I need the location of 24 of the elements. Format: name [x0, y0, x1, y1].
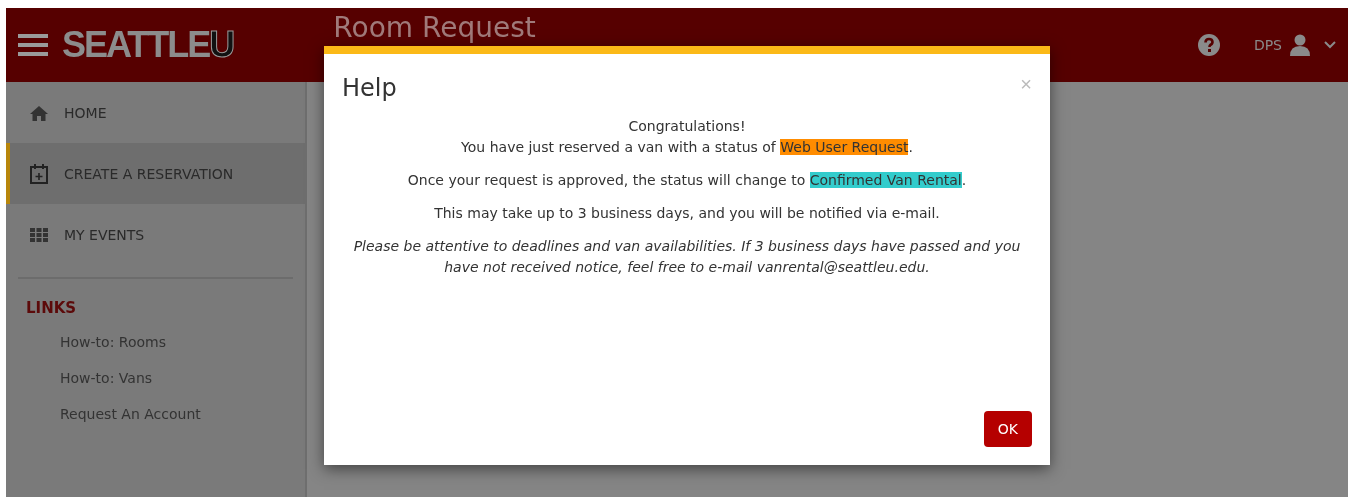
nav-item[interactable]: HOME — [6, 82, 305, 143]
user-icon[interactable] — [1290, 34, 1310, 56]
caret-icon[interactable] — [1324, 41, 1336, 49]
dialog-title: Help — [342, 74, 397, 102]
message-text: Once your request is approved, the status will change to Confirmed Van Rental. — [406, 171, 968, 190]
grid-icon — [30, 227, 48, 242]
logo[interactable]: SEATTLEU — [62, 25, 234, 65]
menu-icon[interactable] — [18, 33, 48, 57]
message-text: This may take up to 3 business days, and you will be notified via e-mail. — [433, 204, 941, 223]
sidebar-link[interactable]: How-to: Vans — [6, 349, 305, 385]
help-icon[interactable] — [1197, 34, 1220, 56]
nav-item[interactable]: CREATE A RESERVATION — [6, 143, 305, 204]
links-heading: LINKS — [25, 298, 78, 317]
nav-item[interactable]: MY EVENTS — [6, 204, 305, 265]
message-text: Please be attentive to deadlines and van availabilities. If 3 business days have passed and you have not received notice, feel free to e-mail vanrental@seattleu.edu. — [352, 237, 1022, 277]
sidebar-link[interactable]: Request An Account — [6, 385, 305, 421]
calendar-icon — [30, 163, 48, 184]
message-text: Congratulations! — [627, 117, 747, 136]
ok-button[interactable]: OK — [983, 411, 1032, 447]
user-name[interactable]: DPS — [1253, 37, 1282, 53]
close-button[interactable]: × — [1020, 74, 1032, 94]
page-title: Room Request — [333, 12, 536, 44]
home-icon — [30, 104, 48, 121]
sidebar-link[interactable]: How-to: Rooms — [6, 317, 305, 349]
